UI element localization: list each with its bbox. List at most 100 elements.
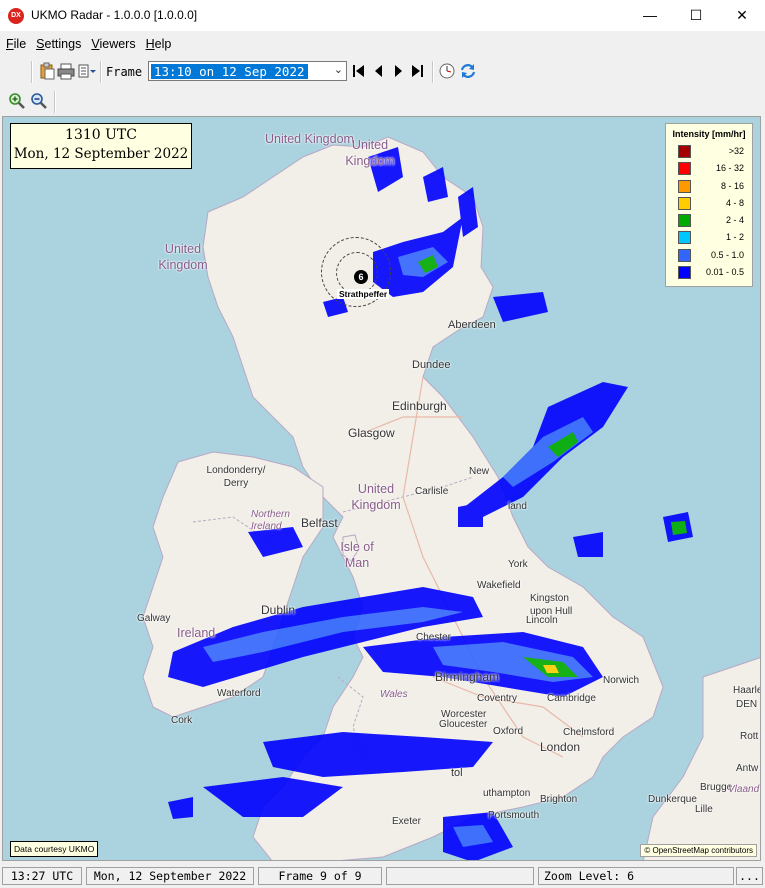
- zoom-in-icon[interactable]: [8, 92, 26, 110]
- toolbar-separator: [31, 61, 33, 83]
- frame-date: Mon, 12 September 2022: [13, 146, 189, 162]
- legend-label: 1 - 2: [725, 232, 744, 243]
- map-label-norwich: Norwich: [603, 675, 640, 686]
- frame-time-utc: 1310 UTC: [65, 127, 137, 143]
- menu-bar: File Settings Viewers Help: [0, 35, 175, 55]
- status-bar: 13:27 UTC Mon, 12 September 2022 Frame 9…: [0, 864, 765, 888]
- map-label-vlaanderen: Vlaand: [728, 784, 760, 795]
- map-label-cambridge: Cambridge: [547, 693, 596, 704]
- legend-label: 2 - 4: [725, 215, 744, 226]
- frame-time-box: 1310 UTC Mon, 12 September 2022: [10, 123, 192, 169]
- legend-row: 0.01 - 0.5: [666, 265, 752, 282]
- status-empty: [386, 867, 534, 885]
- legend-row: 2 - 4: [666, 213, 752, 230]
- map-label-exeter: Exeter: [392, 816, 421, 827]
- frame-dropdown[interactable]: 13:10 on 12 Sep 2022 ⌄: [148, 61, 347, 81]
- radar-map[interactable]: United Kingdom United Kingdom United Kin…: [2, 116, 761, 861]
- map-label-haarlem: Haarle: [733, 685, 761, 696]
- map-label-cork: Cork: [171, 715, 193, 726]
- legend-row: 16 - 32: [666, 161, 752, 178]
- title-bar: DX UKMO Radar - 1.0.0.0 [1.0.0.0] — ☐ ✕: [0, 0, 765, 31]
- map-label-portsmouth: Portsmouth: [488, 810, 540, 821]
- menu-help[interactable]: Help: [140, 35, 176, 53]
- map-label-gloucester: Gloucester: [439, 719, 488, 730]
- legend-label: 0.01 - 0.5: [705, 267, 744, 278]
- map-label-wales: Wales: [380, 689, 408, 700]
- legend-swatch: [678, 214, 691, 228]
- menu-file[interactable]: File: [0, 35, 30, 53]
- app-window: DX UKMO Radar - 1.0.0.0 [1.0.0.0] — ☐ ✕ …: [0, 0, 765, 888]
- map-label-lille: Lille: [695, 804, 713, 815]
- frame-label: Frame: [106, 65, 143, 79]
- last-frame-icon[interactable]: [408, 62, 426, 80]
- print-icon[interactable]: [57, 62, 75, 80]
- map-label-edinburgh: Edinburgh: [392, 399, 447, 413]
- window-title: UKMO Radar - 1.0.0.0 [1.0.0.0]: [31, 8, 198, 22]
- legend-swatch: [678, 248, 691, 262]
- close-button[interactable]: ✕: [719, 0, 765, 31]
- toolbar: Frame 13:10 on 12 Sep 2022 ⌄: [0, 58, 765, 86]
- map-label-londonderry: Londonderry/ Derry: [206, 465, 266, 489]
- view-options-icon[interactable]: [77, 62, 97, 80]
- map-label-uk-north-2: United Kingdom: [345, 138, 395, 168]
- legend-label: 4 - 8: [725, 197, 744, 208]
- clock-icon[interactable]: [438, 62, 456, 80]
- status-date: Mon, 12 September 2022: [86, 867, 254, 885]
- data-credit: Data courtesy UKMO: [10, 841, 99, 857]
- radar-site-marker[interactable]: 6: [354, 270, 368, 284]
- map-label-oxford: Oxford: [493, 726, 524, 737]
- toolbar-separator: [54, 91, 56, 113]
- toolbar-separator: [100, 61, 102, 83]
- legend-label: 0.5 - 1.0: [710, 249, 744, 260]
- map-label-bristol: tol: [451, 767, 463, 779]
- menu-viewers[interactable]: Viewers: [85, 35, 139, 53]
- map-label-lincoln: Lincoln: [526, 615, 558, 626]
- map-label-birmingham: Birmingham: [435, 670, 500, 684]
- map-label-brighton: Brighton: [540, 794, 578, 805]
- map-label-hand: land: [508, 501, 527, 512]
- map-label-rotterdam: Rott: [740, 731, 759, 742]
- intensity-legend: Intensity [mm/hr] >32 16 - 32 8 - 16 4 -…: [665, 123, 753, 287]
- status-frame: Frame 9 of 9: [258, 867, 382, 885]
- map-label-london: London: [540, 740, 581, 754]
- legend-row: 1 - 2: [666, 230, 752, 247]
- first-frame-icon[interactable]: [350, 62, 368, 80]
- map-label-waterford: Waterford: [217, 688, 261, 699]
- maximize-button[interactable]: ☐: [673, 0, 719, 31]
- clipboard-icon[interactable]: [38, 62, 56, 80]
- osm-credit[interactable]: © OpenStreetMap contributors: [640, 844, 757, 857]
- legend-row: 8 - 16: [666, 179, 752, 196]
- map-label-york: York: [508, 559, 528, 570]
- zoom-out-icon[interactable]: [30, 92, 48, 110]
- radar-site-label: Strathpeffer: [337, 289, 390, 299]
- legend-swatch: [678, 196, 691, 210]
- chevron-down-icon[interactable]: ⌄: [334, 63, 343, 76]
- map-label-glasgow: Glasgow: [348, 426, 395, 440]
- frame-dropdown-value: 13:10 on 12 Sep 2022: [151, 64, 308, 79]
- legend-label: >32: [728, 146, 744, 156]
- legend-swatch: [678, 162, 691, 176]
- minimize-button[interactable]: —: [627, 0, 673, 31]
- map-label-den: DEN: [736, 699, 758, 710]
- menu-settings[interactable]: Settings: [30, 35, 85, 53]
- map-label-northern-ireland: Northern Ireland: [251, 509, 290, 532]
- map-label-dunkerque: Dunkerque: [648, 794, 697, 805]
- map-label-dundee: Dundee: [412, 359, 451, 371]
- legend-swatch: [678, 266, 691, 280]
- map-label-isle-of-man: Isle of Man: [340, 540, 374, 570]
- map-label-uk-central: United Kingdom: [351, 482, 401, 512]
- previous-frame-icon[interactable]: [370, 62, 388, 80]
- legend-swatch: [678, 231, 691, 245]
- map-label-antwerp: Antw: [736, 763, 759, 774]
- next-frame-icon[interactable]: [389, 62, 407, 80]
- legend-label: 8 - 16: [720, 180, 744, 191]
- map-label-southampton: uthampton: [483, 788, 531, 799]
- map-label-coventry: Coventry: [477, 693, 518, 704]
- refresh-icon[interactable]: [459, 62, 477, 80]
- map-label-wakefield: Wakefield: [477, 580, 521, 591]
- map-label-uk-west: United Kingdom: [158, 242, 208, 272]
- status-more[interactable]: ...: [736, 867, 763, 885]
- map-label-belfast: Belfast: [301, 516, 338, 530]
- map-label-aberdeen: Aberdeen: [448, 319, 496, 331]
- map-label-chelmsford: Chelmsford: [563, 727, 615, 738]
